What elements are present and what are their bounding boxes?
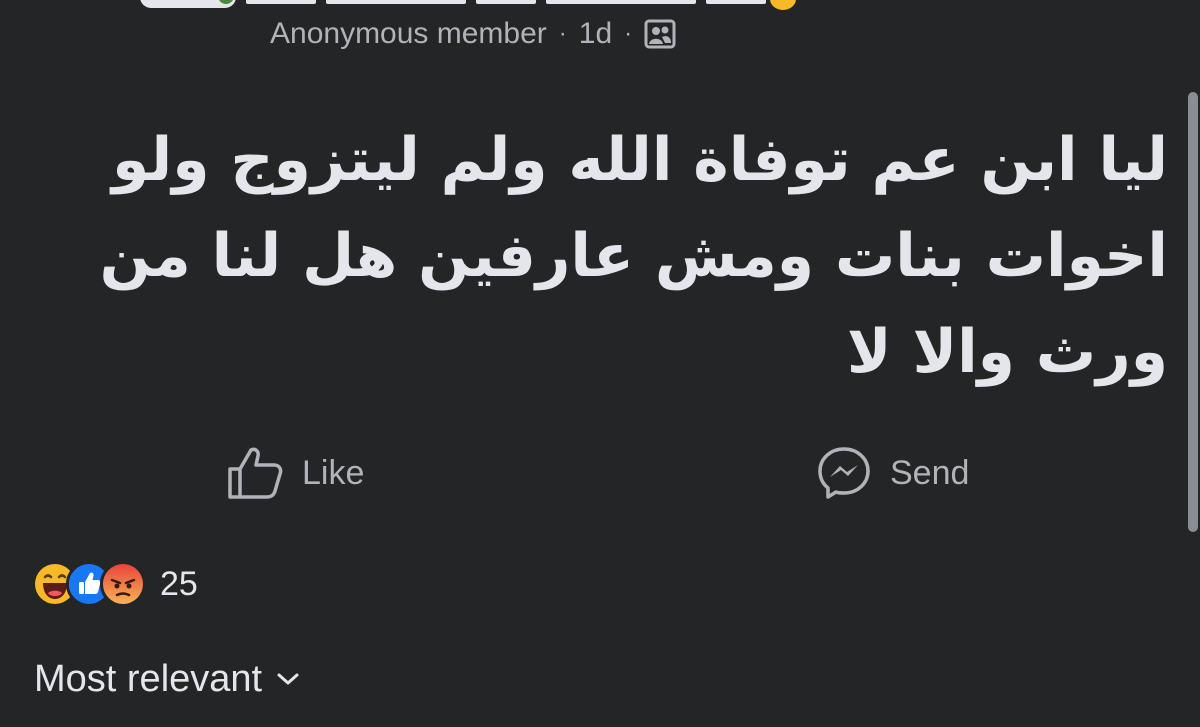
previous-header-cutoff bbox=[0, 0, 1200, 14]
send-label: Send bbox=[890, 453, 970, 492]
messenger-icon bbox=[818, 447, 870, 499]
post-time[interactable]: 1d bbox=[579, 17, 612, 51]
reaction-summary[interactable]: 25 bbox=[32, 560, 198, 608]
emoji-icon bbox=[770, 0, 796, 10]
author-name-cutoff bbox=[246, 0, 766, 8]
reaction-count: 25 bbox=[160, 564, 198, 603]
post-meta: Anonymous member · 1d · bbox=[270, 14, 676, 54]
angry-icon bbox=[100, 561, 146, 607]
author-label[interactable]: Anonymous member bbox=[270, 17, 547, 51]
meta-separator: · bbox=[558, 20, 567, 47]
meta-separator: · bbox=[624, 20, 633, 47]
post-actions-bar: Like Send bbox=[0, 438, 1200, 508]
group-icon[interactable] bbox=[644, 19, 676, 49]
reaction-icons bbox=[32, 561, 146, 607]
post-text: ليا ابن عم توفاة الله ولم ليتزوج ولو اخو… bbox=[99, 125, 1168, 387]
send-button[interactable]: Send bbox=[816, 438, 969, 508]
chevron-down-icon bbox=[277, 673, 299, 685]
comment-sort-dropdown[interactable]: Most relevant bbox=[34, 652, 300, 706]
author-avatar[interactable] bbox=[140, 0, 236, 8]
like-button[interactable]: Like bbox=[226, 438, 364, 508]
thumbs-up-icon bbox=[228, 447, 283, 499]
like-label: Like bbox=[302, 453, 365, 492]
online-status-dot bbox=[218, 0, 234, 4]
sort-label: Most relevant bbox=[34, 657, 263, 700]
